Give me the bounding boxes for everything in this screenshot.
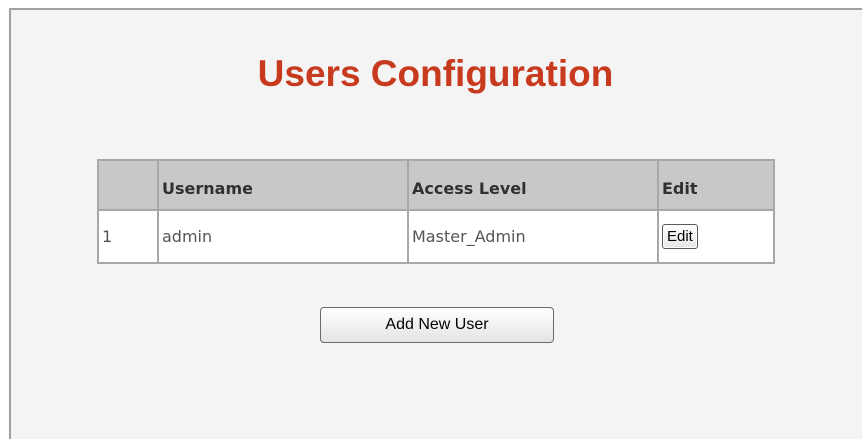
table-header-row: Username Access Level Edit [99,161,773,211]
header-username: Username [159,161,409,211]
page-title: Users Configuration [257,53,614,94]
users-table: Username Access Level Edit 1 admin Maste… [97,159,775,264]
edit-user-button[interactable]: Edit [662,224,698,249]
row-access-level: Master_Admin [409,211,659,262]
header-access-level: Access Level [409,161,659,211]
row-edit-cell: Edit [659,211,773,262]
add-new-user-button[interactable]: Add New User [320,307,554,343]
header-edit: Edit [659,161,773,211]
table-row: 1 admin Master_Admin Edit [99,211,773,262]
header-index [99,161,159,211]
row-index: 1 [99,211,159,262]
users-config-panel: Users Configuration Username Access Leve… [9,8,862,439]
row-username: admin [159,211,409,262]
